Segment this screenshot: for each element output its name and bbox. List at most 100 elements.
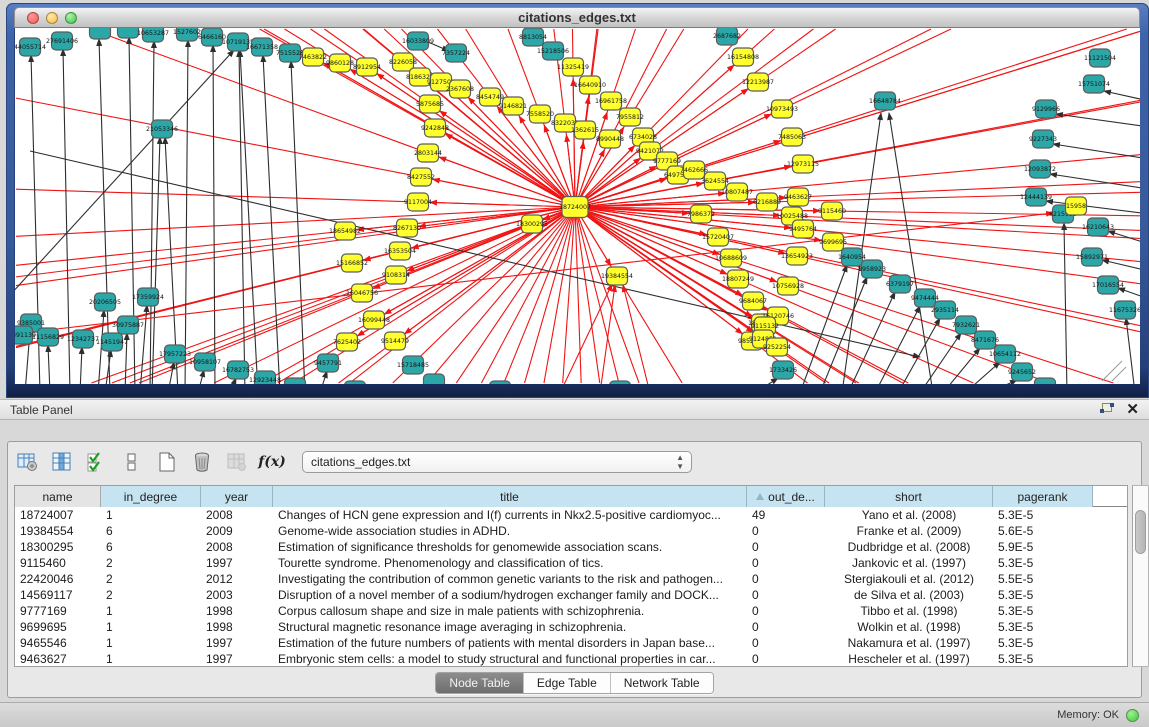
network-node[interactable]: 2687682 (713, 28, 741, 45)
table-cell[interactable]: 18300295 (15, 539, 101, 555)
network-node[interactable]: 5875685 (416, 95, 444, 113)
network-edge[interactable] (575, 97, 589, 207)
table-cell[interactable]: 1997 (201, 651, 273, 667)
network-node[interactable]: 9684067 (739, 292, 767, 310)
network-node[interactable]: 6379197 (886, 275, 914, 293)
network-node[interactable]: 44055714 (15, 38, 46, 56)
network-node[interactable]: 10756928 (772, 277, 804, 295)
table-cell[interactable]: Changes of HCN gene expression and I(f) … (273, 507, 747, 523)
network-node[interactable]: 7463822 (299, 48, 327, 66)
table-cell[interactable]: 5.3E-5 (993, 587, 1093, 603)
network-node[interactable] (424, 374, 445, 384)
table-cell[interactable]: 0 (747, 619, 825, 635)
table-cell[interactable]: Stergiakouli et al. (2012) (825, 571, 993, 587)
network-edge[interactable] (1126, 318, 1135, 384)
network-node[interactable]: 11121504 (1084, 49, 1116, 67)
network-edge[interactable] (168, 362, 174, 384)
network-edge[interactable] (1102, 260, 1140, 271)
table-cell[interactable]: 0 (747, 539, 825, 555)
table-cell[interactable]: 0 (747, 523, 825, 539)
network-node[interactable]: 11325419 (557, 58, 589, 76)
network-node[interactable]: 15958 (1066, 197, 1087, 215)
network-node[interactable]: 10653287 (137, 28, 169, 42)
table-cell[interactable]: 2008 (201, 539, 273, 555)
network-node[interactable]: 9457791 (314, 354, 342, 372)
network-node[interactable]: 9227343 (1029, 130, 1057, 148)
table-row[interactable]: 977716911998Corpus callosum shape and si… (15, 603, 1127, 619)
network-node[interactable]: 27691406 (46, 32, 78, 50)
table-cell[interactable]: 9777169 (15, 603, 101, 619)
table-vertical-scrollbar[interactable] (1132, 485, 1149, 667)
table-cell[interactable]: 2012 (201, 571, 273, 587)
network-node[interactable]: 7485063 (778, 128, 806, 146)
table-row[interactable]: 946362711997Embryonic stem cells: a mode… (15, 651, 1127, 667)
table-cell[interactable]: Jankovic et al. (1997) (825, 555, 993, 571)
table-cell[interactable]: 2 (101, 571, 201, 587)
table-cell[interactable]: Structural magnetic resonance image aver… (273, 619, 747, 635)
network-node[interactable]: 16640910 (574, 76, 606, 94)
network-edge[interactable] (16, 207, 575, 286)
network-node[interactable]: 9245652 (1008, 363, 1036, 381)
network-node[interactable]: 6216889 (753, 193, 781, 211)
network-edge[interactable] (544, 207, 575, 383)
table-cell[interactable]: 0 (747, 651, 825, 667)
network-node[interactable]: 17016554 (1092, 276, 1124, 294)
network-edge[interactable] (291, 61, 305, 384)
network-node[interactable]: 7986372 (687, 205, 715, 223)
network-canvas[interactable]: 4405571427691406106532871527602646616010… (14, 28, 1140, 384)
table-cell[interactable]: 0 (747, 603, 825, 619)
column-header-out_de[interactable]: out_de... (747, 486, 825, 507)
network-edge[interactable] (15, 50, 234, 306)
table-cell[interactable]: 1998 (201, 603, 273, 619)
table-cell[interactable]: 19384554 (15, 523, 101, 539)
table-cell[interactable]: Hescheler et al. (1997) (825, 651, 993, 667)
network-node[interactable]: 9117004 (404, 193, 432, 211)
network-window-titlebar[interactable]: citations_edges.txt (14, 7, 1140, 28)
network-node[interactable]: 9252254 (763, 338, 791, 356)
table-row[interactable]: 1938455462009Genome-wide association stu… (15, 523, 1127, 539)
network-node[interactable]: 12973115 (787, 155, 819, 173)
table-cell[interactable]: 1 (101, 619, 201, 635)
table-cell[interactable]: Corpus callosum shape and size in male p… (273, 603, 747, 619)
network-node[interactable]: 9514479 (381, 332, 409, 350)
network-edge[interactable] (152, 137, 160, 384)
network-edge[interactable] (213, 45, 215, 384)
network-node[interactable]: 9860128 (326, 54, 354, 72)
table-cell[interactable]: 9463627 (15, 651, 101, 667)
network-node[interactable]: 10973493 (766, 100, 798, 118)
tab-edge-table[interactable]: Edge Table (524, 673, 611, 693)
table-mode-icon[interactable] (14, 449, 40, 475)
network-node[interactable] (90, 28, 111, 39)
column-header-in_degree[interactable]: in_degree (101, 486, 201, 507)
network-node[interactable]: 2803144 (414, 144, 442, 162)
network-edge[interactable] (575, 207, 581, 383)
network-node[interactable] (610, 381, 631, 384)
network-node[interactable]: 1733426 (769, 361, 797, 379)
select-all-icon[interactable] (84, 449, 110, 475)
table-cell[interactable]: Embryonic stem cells: a model to study s… (273, 651, 747, 667)
scrollbar-thumb[interactable] (1135, 510, 1146, 554)
table-cell[interactable]: 5.3E-5 (993, 603, 1093, 619)
table-cell[interactable]: 1997 (201, 555, 273, 571)
table-cell[interactable]: Disruption of a novel member of a sodium… (273, 587, 747, 603)
network-node[interactable] (490, 381, 511, 384)
table-cell[interactable]: 9115460 (15, 555, 101, 571)
table-cell[interactable]: 5.5E-5 (993, 571, 1093, 587)
network-edge[interactable] (198, 370, 204, 384)
network-node[interactable]: 16210643 (1082, 218, 1114, 236)
table-row[interactable]: 946554611997Estimation of the future num… (15, 635, 1127, 651)
network-edge[interactable] (80, 347, 82, 384)
table-cell[interactable]: 1997 (201, 635, 273, 651)
network-node[interactable]: 7558520 (526, 105, 554, 123)
network-node[interactable]: 21053346 (146, 120, 178, 138)
network-node[interactable]: 2935114 (931, 301, 959, 319)
network-edge[interactable] (263, 55, 280, 384)
network-node[interactable]: 18807249 (722, 270, 754, 288)
table-cell[interactable]: 1 (101, 651, 201, 667)
table-cell[interactable]: Investigating the contribution of common… (273, 571, 747, 587)
new-document-icon[interactable] (154, 449, 180, 475)
table-cell[interactable]: Wolkin et al. (1998) (825, 619, 993, 635)
network-node[interactable]: 12213987 (742, 73, 774, 91)
table-cell[interactable]: 14569117 (15, 587, 101, 603)
table-cell[interactable]: 5.3E-5 (993, 507, 1093, 523)
